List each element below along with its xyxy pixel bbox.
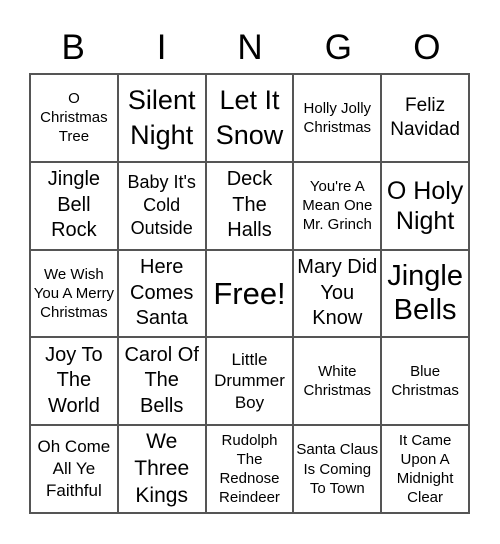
header-letter-g: G: [324, 28, 353, 67]
bingo-cell[interactable]: O Christmas Tree: [30, 74, 118, 162]
bingo-cell[interactable]: Silent Night: [117, 74, 206, 162]
bingo-cell[interactable]: Jingle Bell Rock: [30, 161, 118, 250]
bingo-grid: O Christmas Tree Silent Night Let It Sno…: [29, 73, 470, 514]
bingo-cell[interactable]: White Christmas: [293, 337, 382, 426]
bingo-cell[interactable]: Holly Jolly Christmas: [293, 74, 382, 162]
bingo-cell[interactable]: Rudolph The Rednose Reindeer: [205, 425, 294, 513]
header-letter-o: O: [413, 28, 441, 67]
bingo-cell[interactable]: Carol Of The Bells: [117, 337, 206, 426]
bingo-cell[interactable]: O Holy Night: [381, 161, 469, 250]
bingo-cell[interactable]: Joy To The World: [30, 337, 118, 426]
free-space[interactable]: Free!: [205, 249, 294, 338]
header-letter-i: I: [156, 28, 167, 67]
bingo-cell[interactable]: Let It Snow: [205, 74, 294, 162]
bingo-cell[interactable]: We Three Kings: [117, 425, 206, 513]
header-letter-n: N: [237, 28, 263, 67]
bingo-cell[interactable]: Here Comes Santa: [117, 249, 206, 338]
bingo-cell[interactable]: Blue Christmas: [381, 337, 469, 426]
bingo-cell[interactable]: Oh Come All Ye Faithful: [30, 425, 118, 513]
bingo-cell[interactable]: It Came Upon A Midnight Clear: [381, 425, 469, 513]
bingo-cell[interactable]: Deck The Halls: [205, 161, 294, 250]
bingo-cell[interactable]: Baby It's Cold Outside: [117, 161, 206, 250]
header-letter-b: B: [61, 28, 85, 67]
bingo-header: B I N G O: [29, 26, 471, 70]
bingo-cell[interactable]: Mary Did You Know: [293, 249, 382, 338]
bingo-cell[interactable]: You're A Mean One Mr. Grinch: [293, 161, 382, 250]
bingo-cell[interactable]: Jingle Bells: [381, 249, 469, 338]
bingo-cell[interactable]: Little Drummer Boy: [205, 337, 294, 426]
bingo-cell[interactable]: Santa Claus Is Coming To Town: [293, 425, 382, 513]
bingo-cell[interactable]: We Wish You A Merry Christmas: [30, 249, 118, 338]
bingo-cell[interactable]: Feliz Navidad: [381, 74, 469, 162]
